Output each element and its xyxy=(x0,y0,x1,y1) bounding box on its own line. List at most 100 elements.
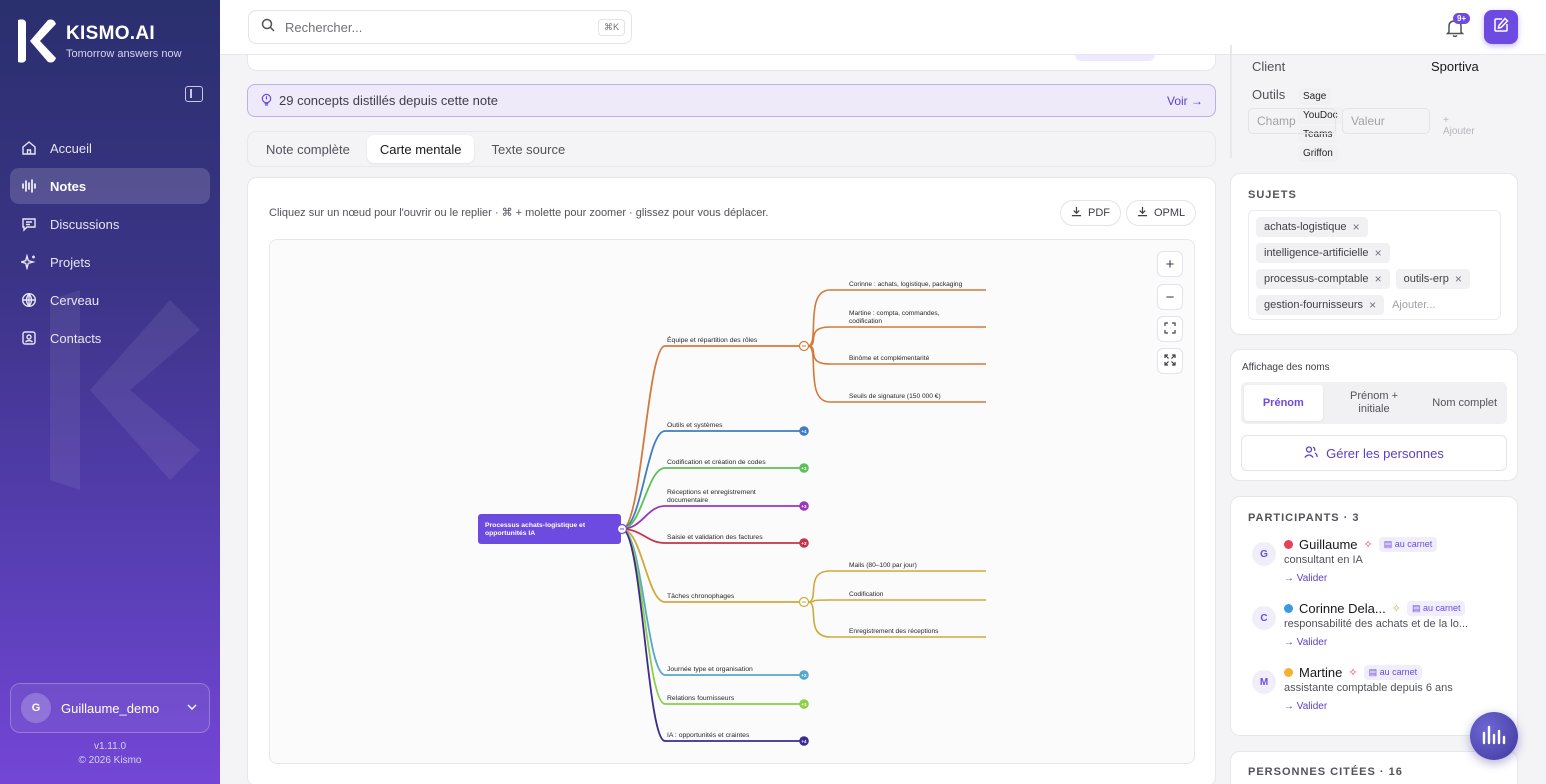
concepts-banner[interactable]: 29 concepts distillés depuis cette note … xyxy=(247,84,1216,117)
option-nom-complet[interactable]: Nom complet xyxy=(1425,385,1504,421)
sidebar-item-cerveau[interactable]: Cerveau xyxy=(10,282,210,318)
mindmap-branch-label: documentaire xyxy=(667,497,708,504)
mindmap-branch-label: Saisie et validation des factures xyxy=(667,534,763,541)
subject-tag[interactable]: gestion-fournisseurs × xyxy=(1256,295,1385,315)
download-icon xyxy=(1137,206,1148,220)
zoom-out-button[interactable]: − xyxy=(1157,284,1183,310)
export-pdf-button[interactable]: PDF xyxy=(1060,200,1121,226)
participant-role: consultant en IA xyxy=(1284,554,1363,566)
mindmap-badge-count: +2 xyxy=(801,673,807,678)
avatar: M xyxy=(1252,670,1276,694)
sidebar-item-contacts[interactable]: Contacts xyxy=(10,320,210,356)
subject-tag[interactable]: achats-logistique × xyxy=(1256,217,1368,237)
name-display-panel: Affichage des noms Prénom Prénom + initi… xyxy=(1230,349,1518,481)
remove-tag-icon[interactable]: × xyxy=(1375,272,1382,286)
mindmap-badge-count: +4 xyxy=(801,739,807,744)
version-number: v1.11.0 xyxy=(93,741,127,752)
in-contacts-badge: ▤ au carnet xyxy=(1406,601,1466,616)
mindmap-leaf-label: Binôme et complémentarité xyxy=(849,355,930,362)
note-tabs: Note complète Carte mentale Texte source xyxy=(247,131,1216,167)
plus-icon: + xyxy=(1165,255,1175,273)
sidebar-item-label: Projets xyxy=(50,254,91,270)
mindmap-edge xyxy=(621,467,804,530)
custom-field-name-input[interactable]: Champ xyxy=(1248,108,1336,134)
sidebar-item-projets[interactable]: Projets xyxy=(10,244,210,280)
mindmap-svg[interactable]: Équipe et répartition des rôles Corinne :… xyxy=(270,240,1195,764)
avatar: G xyxy=(1252,542,1276,566)
speaker-color-dot xyxy=(1284,668,1293,677)
sidebar-item-label: Notes xyxy=(50,178,87,194)
fit-view-button[interactable] xyxy=(1157,316,1183,342)
participants-title: PARTICIPANTS · 3 xyxy=(1248,512,1360,524)
sidebar-item-notes[interactable]: Notes xyxy=(10,168,210,204)
subject-tag[interactable]: outils-erp × xyxy=(1395,269,1470,289)
assistant-button[interactable] xyxy=(1470,712,1518,760)
validate-link[interactable]: → Valider xyxy=(1284,637,1327,648)
concepts-text: 29 concepts distillés depuis cette note xyxy=(279,93,498,108)
client-label: Client xyxy=(1252,59,1286,74)
speaker-color-dot xyxy=(1284,604,1293,613)
manage-people-button[interactable]: Gérer les personnes xyxy=(1241,435,1507,471)
mindmap-card: Cliquez sur un nœud pour l'ouvrir ou le … xyxy=(247,177,1216,784)
mindmap-edge xyxy=(807,326,986,347)
sparkle-icon: ✧ xyxy=(1391,603,1401,615)
cited-people-title: PERSONNES CITÉES · 16 xyxy=(1248,766,1403,778)
sparkle-icon xyxy=(20,253,38,271)
validate-link[interactable]: → Valider xyxy=(1284,701,1327,712)
remove-tag-icon[interactable]: × xyxy=(1455,272,1462,286)
remove-tag-icon[interactable]: × xyxy=(1375,246,1382,260)
sidebar: KISMO.AI Tomorrow answers now Accueil No… xyxy=(0,0,220,784)
home-icon xyxy=(20,139,38,157)
subject-tag[interactable]: intelligence-artificielle × xyxy=(1256,243,1390,263)
export-opml-button[interactable]: OPML xyxy=(1126,200,1197,226)
expand-icon xyxy=(1164,353,1176,370)
option-prenom[interactable]: Prénom xyxy=(1244,385,1323,421)
sidebar-item-accueil[interactable]: Accueil xyxy=(10,130,210,166)
search-input[interactable]: Rechercher... ⌘K xyxy=(248,10,632,44)
mindmap-canvas[interactable]: Équipe et répartition des rôles Corinne :… xyxy=(269,239,1195,764)
client-value[interactable]: Sportiva xyxy=(1431,59,1479,74)
remove-tag-icon[interactable]: × xyxy=(1353,220,1360,234)
brand-tagline: Tomorrow answers now xyxy=(66,47,182,60)
add-subject-input[interactable]: Ajouter... xyxy=(1390,295,1437,315)
mindmap-root-label: opportunités IA xyxy=(485,530,535,537)
brand-logo[interactable]: KISMO.AI Tomorrow answers now xyxy=(14,16,182,66)
mindmap-leaf-label: Corinne : achats, logistique, packaging xyxy=(849,281,963,288)
custom-field-value-input[interactable]: Valeur xyxy=(1342,108,1430,134)
kismo-logo-icon xyxy=(18,19,56,63)
mindmap-edge xyxy=(621,430,804,530)
tab-carte-mentale[interactable]: Carte mentale xyxy=(366,135,475,163)
waveform-icon xyxy=(1481,723,1507,750)
new-note-button[interactable] xyxy=(1484,10,1518,44)
subject-tag-label: outils-erp xyxy=(1403,273,1449,285)
participant-role: responsabilité des achats et de la lo... xyxy=(1284,618,1469,630)
validate-link[interactable]: → Valider xyxy=(1284,573,1327,584)
mindmap-edge xyxy=(621,345,804,530)
zoom-in-button[interactable]: + xyxy=(1157,251,1183,277)
in-contacts-badge: ▤ au carnet xyxy=(1378,537,1438,552)
subject-tag-label: processus-comptable xyxy=(1264,273,1369,285)
fullscreen-button[interactable] xyxy=(1157,348,1183,374)
tools-label: Outils xyxy=(1252,87,1286,102)
sidebar-item-discussions[interactable]: Discussions xyxy=(10,206,210,242)
user-menu[interactable]: G Guillaume_demo xyxy=(10,683,210,733)
subjects-panel: SUJETS achats-logistique × intelligence-a… xyxy=(1230,173,1518,335)
export-opml-label: OPML xyxy=(1154,207,1186,219)
sparkle-icon: ✧ xyxy=(1363,539,1373,551)
mindmap-branch-label: Outils et systèmes xyxy=(667,422,723,429)
app-version: v1.11.0 © 2026 Kismo xyxy=(0,740,220,768)
tool-chip: Griffon xyxy=(1298,145,1338,162)
search-placeholder: Rechercher... xyxy=(285,19,363,35)
remove-tag-icon[interactable]: × xyxy=(1369,298,1376,312)
brain-icon xyxy=(20,291,38,309)
tab-texte-source[interactable]: Texte source xyxy=(478,135,578,163)
add-field-button[interactable]: + Ajouter xyxy=(1443,115,1475,137)
tab-note-complete[interactable]: Note complète xyxy=(253,135,363,163)
mindmap-edge xyxy=(621,505,804,530)
collapse-sidebar-icon[interactable] xyxy=(185,86,203,102)
view-concepts-link[interactable]: Voir → xyxy=(1167,94,1203,108)
option-prenom-initiale[interactable]: Prénom + initiale xyxy=(1323,385,1426,421)
subject-tag[interactable]: processus-comptable × xyxy=(1256,269,1390,289)
subjects-title: SUJETS xyxy=(1248,189,1297,201)
in-contacts-label: au carnet xyxy=(1379,667,1418,677)
